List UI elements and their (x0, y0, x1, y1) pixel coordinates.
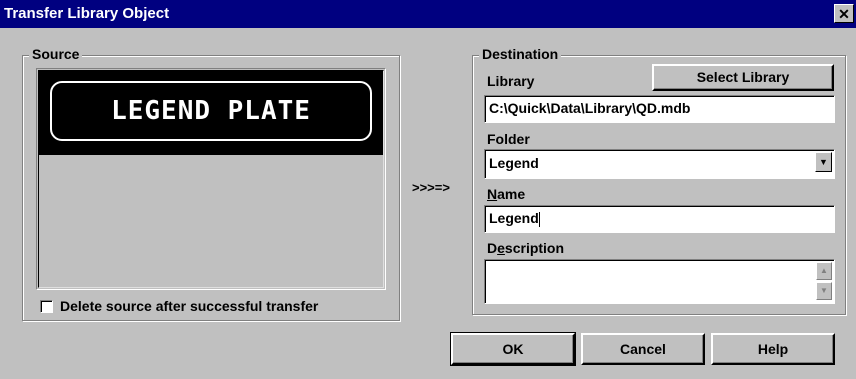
scroll-up-button[interactable]: ▲ (816, 262, 832, 280)
source-group-label: Source (29, 46, 83, 62)
chevron-down-icon: ▼ (819, 157, 828, 167)
close-button[interactable]: ✕ (834, 4, 854, 23)
library-path-field[interactable]: C:\Quick\Data\Library\QD.mdb (484, 95, 835, 123)
folder-label: Folder (487, 131, 530, 147)
scroll-down-icon: ▼ (820, 286, 828, 295)
ok-button[interactable]: OK (450, 332, 576, 366)
scroll-up-icon: ▲ (820, 266, 828, 275)
legend-plate-graphic: LEGEND PLATE (39, 71, 383, 155)
delete-source-checkbox[interactable] (40, 300, 53, 313)
title-bar[interactable]: Transfer Library Object ✕ (0, 0, 856, 28)
name-input[interactable]: Legend (484, 205, 835, 233)
name-input-value: Legend (489, 210, 539, 226)
library-label: Library (487, 73, 535, 89)
description-label: Description (487, 240, 565, 256)
close-icon: ✕ (838, 6, 850, 22)
help-button[interactable]: Help (711, 333, 835, 365)
source-preview: LEGEND PLATE (36, 68, 386, 290)
destination-group-label: Destination (479, 46, 562, 62)
folder-dropdown-button[interactable]: ▼ (815, 152, 832, 172)
text-caret (538, 211, 540, 227)
scroll-down-button[interactable]: ▼ (816, 282, 832, 300)
window-title: Transfer Library Object (4, 5, 170, 22)
legend-plate-text: LEGEND PLATE (50, 81, 372, 141)
cancel-button[interactable]: Cancel (581, 333, 705, 365)
folder-selected-value: Legend (489, 155, 539, 171)
name-label: Name (487, 186, 526, 202)
select-library-button[interactable]: Select Library (652, 64, 834, 91)
transfer-arrow: >>>=> (412, 180, 450, 195)
delete-source-label[interactable]: Delete source after successful transfer (60, 298, 318, 314)
description-textarea[interactable]: ▲ ▼ (484, 259, 835, 304)
transfer-library-dialog: Transfer Library Object ✕ Source LEGEND … (0, 0, 856, 379)
folder-select[interactable]: Legend ▼ (484, 149, 835, 179)
